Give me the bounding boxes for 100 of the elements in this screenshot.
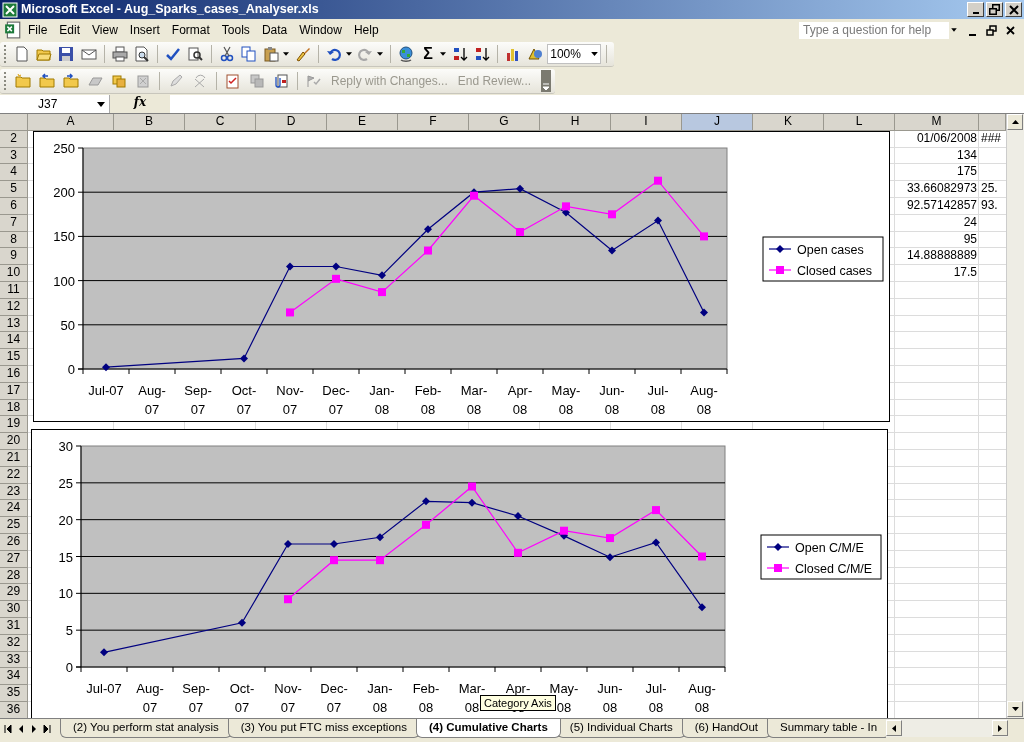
caret-icon[interactable] xyxy=(949,27,959,33)
row-header[interactable]: 24 xyxy=(0,500,28,518)
row-header[interactable]: 35 xyxy=(0,685,28,702)
caret-icon[interactable] xyxy=(97,101,105,107)
menu-item[interactable]: Edit xyxy=(53,20,87,40)
sheet-tab[interactable]: (4) Cumulative Charts xyxy=(415,719,561,738)
sheet-tab[interactable]: Summary table - In xyxy=(767,719,886,738)
row-header[interactable]: 10 xyxy=(0,265,28,282)
first-sheet-icon[interactable] xyxy=(4,725,13,733)
legend-label: Open cases xyxy=(797,243,864,257)
restore-icon[interactable] xyxy=(986,24,997,36)
caret-icon[interactable] xyxy=(283,52,290,56)
new-document-icon[interactable] xyxy=(14,46,31,62)
chart[interactable]: 0 50 100 150 200 250 Jul-07 Aug-07 Sep-07 Oct-07 Nov-07 Dec-07 Jan-08 Feb-08 Mar-08 Apr-08 May-08 Jun-08 Jul-08 Aug-08 Open cases Closed cases xyxy=(33,131,890,422)
column-header[interactable]: A xyxy=(28,114,114,131)
menu-item[interactable]: Data xyxy=(255,20,294,40)
caret-icon[interactable] xyxy=(440,52,447,56)
last-sheet-icon[interactable] xyxy=(43,725,52,733)
axis-label: Dec-07 xyxy=(322,383,350,417)
sheet-tab[interactable]: (2) You perform stat analysis xyxy=(60,719,232,738)
menu-item[interactable]: Help xyxy=(347,20,385,40)
data-point xyxy=(606,553,614,562)
menu-item[interactable]: Insert xyxy=(123,20,166,40)
row-header[interactable]: 5 xyxy=(0,181,28,198)
save-icon[interactable] xyxy=(58,46,75,62)
clipboard-check-icon[interactable] xyxy=(225,73,241,89)
column-header[interactable]: M xyxy=(895,114,979,131)
menu-item[interactable]: Tools xyxy=(215,20,256,40)
autosum-button[interactable]: Σ xyxy=(417,43,439,65)
drawing-icon[interactable] xyxy=(527,46,544,62)
previous-sheet-icon[interactable] xyxy=(17,725,26,733)
menu-item[interactable]: Window xyxy=(293,20,348,40)
caret-icon[interactable] xyxy=(345,52,352,56)
row-header[interactable]: 30 xyxy=(0,601,28,618)
caret-icon[interactable] xyxy=(591,52,599,56)
globe-icon[interactable] xyxy=(397,46,414,62)
scroll-up-icon[interactable] xyxy=(1011,120,1019,124)
zoom-dropdown[interactable]: 100% xyxy=(547,44,602,64)
column-header[interactable]: G xyxy=(469,114,540,131)
axis-label: 0 xyxy=(65,660,73,675)
column-header[interactable]: L xyxy=(824,114,895,131)
row-header[interactable]: 29 xyxy=(0,584,28,602)
column-header[interactable]: C xyxy=(185,114,256,131)
scroll-left-icon[interactable] xyxy=(892,724,896,732)
paste-icon[interactable] xyxy=(263,46,279,62)
folder-arrow-icon[interactable] xyxy=(63,73,79,89)
close-icon[interactable] xyxy=(1005,24,1016,36)
next-sheet-icon[interactable] xyxy=(30,725,39,733)
horizontal-scrollbar[interactable] xyxy=(886,719,1008,737)
scroll-right-icon[interactable] xyxy=(998,724,1002,732)
copy-icon[interactable] xyxy=(240,46,257,62)
sheet-tab[interactable]: (3) You put FTC miss exceptions xyxy=(227,719,420,738)
spelling-check-icon[interactable] xyxy=(165,46,182,62)
menu-item[interactable]: View xyxy=(86,20,124,40)
row-header[interactable]: 14 xyxy=(0,332,28,350)
data-point xyxy=(608,210,616,219)
row-header[interactable]: 25 xyxy=(0,517,28,534)
row-header[interactable]: 19 xyxy=(0,416,28,434)
column-header[interactable]: E xyxy=(327,114,398,131)
menu-item[interactable]: Format xyxy=(165,20,216,40)
column-header[interactable]: K xyxy=(753,114,824,131)
insert-function-button[interactable]: fx xyxy=(110,95,170,113)
legend-key-icon xyxy=(766,543,790,551)
column-header[interactable]: B xyxy=(114,114,185,131)
minimize-button[interactable] xyxy=(967,2,984,17)
documents-icon[interactable] xyxy=(111,73,127,89)
table-cell-text: 33.66082973 xyxy=(905,181,978,198)
open-folder-icon[interactable] xyxy=(36,46,53,62)
row-header[interactable]: 20 xyxy=(0,433,28,450)
sort-descending-icon[interactable] xyxy=(473,46,490,62)
help-search-field[interactable]: Type a question for help xyxy=(799,21,949,39)
column-header[interactable]: J xyxy=(682,114,753,131)
paintbrush-icon[interactable] xyxy=(294,46,311,62)
sheet-tab[interactable]: (6) HandOut xyxy=(681,719,771,738)
axis-label: Dec-07 xyxy=(320,681,348,715)
print-preview-icon[interactable] xyxy=(134,46,151,62)
folder-arrow-icon[interactable] xyxy=(39,73,55,89)
column-header[interactable]: H xyxy=(540,114,611,131)
minimize-icon[interactable] xyxy=(972,12,979,14)
caret-icon[interactable] xyxy=(377,52,384,56)
print-icon[interactable] xyxy=(111,46,128,62)
sort-ascending-icon[interactable] xyxy=(451,46,468,62)
column-header[interactable]: F xyxy=(398,114,469,131)
scissors-icon[interactable] xyxy=(218,46,235,62)
undo-icon[interactable] xyxy=(325,46,342,62)
menu-item[interactable]: File xyxy=(22,20,54,40)
spreadsheet-document-icon[interactable] xyxy=(4,21,22,39)
vertical-scrollbar[interactable] xyxy=(1006,114,1024,718)
row-header[interactable]: 34 xyxy=(0,668,28,686)
mail-icon[interactable] xyxy=(80,46,97,62)
bar-chart-icon[interactable] xyxy=(504,46,521,62)
paperclip-document-icon[interactable] xyxy=(273,73,289,89)
column-header[interactable]: I xyxy=(611,114,682,131)
scroll-down-icon[interactable] xyxy=(1011,707,1019,711)
row-header[interactable]: 4 xyxy=(0,164,28,182)
column-header[interactable]: D xyxy=(256,114,327,131)
research-icon[interactable] xyxy=(187,46,204,62)
row-header[interactable]: 15 xyxy=(0,349,28,366)
toolbar-options-icon[interactable] xyxy=(541,70,552,92)
row-header[interactable]: 9 xyxy=(0,248,28,266)
